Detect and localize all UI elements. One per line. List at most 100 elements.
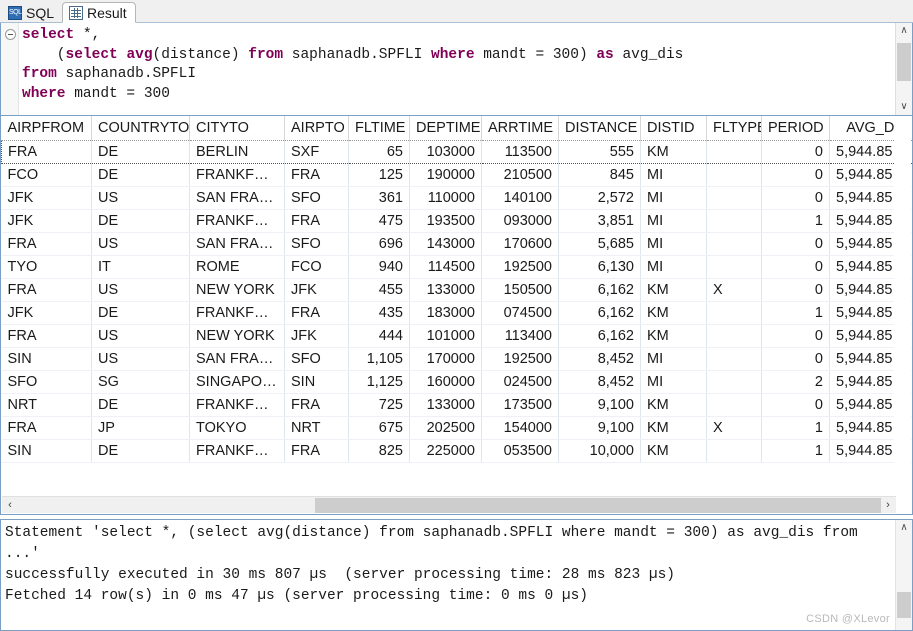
- grid-horizontal-scrollbar[interactable]: ‹ ›: [2, 496, 896, 513]
- cell-distance[interactable]: 6,162: [558, 301, 641, 325]
- cell-fltype[interactable]: [706, 370, 762, 394]
- cell-airpfrom[interactable]: FRA: [1, 278, 92, 302]
- cell-distid[interactable]: MI: [640, 232, 707, 256]
- table-row[interactable]: TYO IT ROME FCO 940 114500 192500 6,130 MI 0 5,944…: [1, 255, 912, 279]
- cell-airpto[interactable]: SXF: [284, 139, 349, 164]
- cell-deptime[interactable]: 110000: [409, 186, 482, 210]
- cell-fltime[interactable]: 940: [348, 255, 410, 279]
- cell-airpto[interactable]: FCO: [284, 255, 349, 279]
- cell-arrtime[interactable]: 024500: [481, 370, 559, 394]
- cell-distance[interactable]: 6,130: [558, 255, 641, 279]
- cell-airpfrom[interactable]: FRA: [1, 324, 92, 348]
- column-header-fltype[interactable]: FLTYPE: [706, 116, 762, 141]
- cell-countryto[interactable]: US: [91, 347, 190, 371]
- table-row[interactable]: NRT DE FRANKFURT FRA 725 133000 173500 9,100 KM 0…: [1, 393, 912, 417]
- cell-airpto[interactable]: SFO: [284, 232, 349, 256]
- cell-distid[interactable]: MI: [640, 209, 707, 233]
- cell-cityto[interactable]: NEW YORK: [189, 324, 285, 348]
- tab-result[interactable]: Result: [62, 2, 136, 23]
- cell-airpfrom[interactable]: FCO: [1, 163, 92, 187]
- cell-arrtime[interactable]: 192500: [481, 255, 559, 279]
- cell-distid[interactable]: MI: [640, 347, 707, 371]
- cell-fltime[interactable]: 435: [348, 301, 410, 325]
- cell-distid[interactable]: KM: [640, 139, 707, 164]
- cell-arrtime[interactable]: 140100: [481, 186, 559, 210]
- cell-distance[interactable]: 6,162: [558, 278, 641, 302]
- cell-distance[interactable]: 9,100: [558, 393, 641, 417]
- cell-arrtime[interactable]: 093000: [481, 209, 559, 233]
- cell-distid[interactable]: KM: [640, 324, 707, 348]
- cell-fltype[interactable]: [706, 439, 762, 463]
- cell-distance[interactable]: 9,100: [558, 416, 641, 440]
- cell-deptime[interactable]: 143000: [409, 232, 482, 256]
- cell-cityto[interactable]: SAN FRAN…: [189, 232, 285, 256]
- cell-airpfrom[interactable]: JFK: [1, 186, 92, 210]
- column-header-arrtime[interactable]: ARRTIME: [481, 116, 559, 141]
- cell-arrtime[interactable]: 150500: [481, 278, 559, 302]
- table-row[interactable]: SIN DE FRANKFURT FRA 825 225000 053500 10,000 KM…: [1, 439, 912, 463]
- cell-countryto[interactable]: JP: [91, 416, 190, 440]
- cell-period[interactable]: 0: [761, 347, 830, 371]
- cell-distance[interactable]: 5,685: [558, 232, 641, 256]
- cell-fltime[interactable]: 696: [348, 232, 410, 256]
- cell-arrtime[interactable]: 074500: [481, 301, 559, 325]
- scroll-up-icon[interactable]: ∧: [896, 23, 912, 39]
- cell-period[interactable]: 1: [761, 301, 830, 325]
- cell-fltime[interactable]: 65: [348, 139, 410, 164]
- cell-airpfrom[interactable]: SIN: [1, 439, 92, 463]
- cell-airpto[interactable]: JFK: [284, 278, 349, 302]
- cell-arrtime[interactable]: 053500: [481, 439, 559, 463]
- cell-period[interactable]: 0: [761, 232, 830, 256]
- cell-deptime[interactable]: 193500: [409, 209, 482, 233]
- cell-fltype[interactable]: [706, 232, 762, 256]
- table-row[interactable]: JFK US SAN FRAN… SFO 361 110000 140100 2,572 MI 0…: [1, 186, 912, 210]
- cell-distid[interactable]: MI: [640, 255, 707, 279]
- cell-fltype[interactable]: X: [706, 416, 762, 440]
- cell-cityto[interactable]: FRANKFURT: [189, 301, 285, 325]
- cell-airpto[interactable]: SFO: [284, 186, 349, 210]
- cell-distid[interactable]: KM: [640, 416, 707, 440]
- cell-fltime[interactable]: 725: [348, 393, 410, 417]
- cell-fltype[interactable]: [706, 255, 762, 279]
- cell-countryto[interactable]: IT: [91, 255, 190, 279]
- cell-countryto[interactable]: DE: [91, 139, 190, 164]
- cell-deptime[interactable]: 160000: [409, 370, 482, 394]
- cell-period[interactable]: 2: [761, 370, 830, 394]
- column-header-period[interactable]: PERIOD: [761, 116, 830, 141]
- cell-period[interactable]: 1: [761, 439, 830, 463]
- cell-arrtime[interactable]: 170600: [481, 232, 559, 256]
- cell-airpfrom[interactable]: TYO: [1, 255, 92, 279]
- cell-airpfrom[interactable]: NRT: [1, 393, 92, 417]
- scroll-down-icon[interactable]: ∨: [896, 99, 912, 115]
- cell-period[interactable]: 0: [761, 324, 830, 348]
- editor-vertical-scrollbar[interactable]: ∧ ∨: [895, 23, 912, 115]
- cell-fltime[interactable]: 455: [348, 278, 410, 302]
- cell-airpfrom[interactable]: SFO: [1, 370, 92, 394]
- cell-distid[interactable]: KM: [640, 301, 707, 325]
- cell-fltime[interactable]: 361: [348, 186, 410, 210]
- cell-arrtime[interactable]: 210500: [481, 163, 559, 187]
- cell-countryto[interactable]: DE: [91, 393, 190, 417]
- column-header-airpfrom[interactable]: AIRPFROM: [1, 116, 92, 141]
- cell-fltime[interactable]: 1,125: [348, 370, 410, 394]
- cell-distid[interactable]: MI: [640, 163, 707, 187]
- editor-scroll-thumb[interactable]: [897, 43, 911, 81]
- cell-period[interactable]: 1: [761, 416, 830, 440]
- cell-period[interactable]: 0: [761, 186, 830, 210]
- cell-cityto[interactable]: FRANKFURT: [189, 393, 285, 417]
- table-row[interactable]: SIN US SAN FRAN… SFO 1,105 170000 192500 8,452 M…: [1, 347, 912, 371]
- cell-distid[interactable]: KM: [640, 278, 707, 302]
- cell-cityto[interactable]: ROME: [189, 255, 285, 279]
- sql-editor[interactable]: select *, (select avg(distance) from sap…: [0, 23, 913, 116]
- cell-fltype[interactable]: [706, 347, 762, 371]
- table-row[interactable]: JFK DE FRANKFURT FRA 475 193500 093000 3,851 MI 1…: [1, 209, 912, 233]
- cell-airpto[interactable]: FRA: [284, 301, 349, 325]
- column-header-airpto[interactable]: AIRPTO: [284, 116, 349, 141]
- column-header-distid[interactable]: DISTID: [640, 116, 707, 141]
- cell-countryto[interactable]: US: [91, 278, 190, 302]
- cell-cityto[interactable]: NEW YORK: [189, 278, 285, 302]
- cell-countryto[interactable]: US: [91, 232, 190, 256]
- table-row[interactable]: SFO SG SINGAPORE SIN 1,125 160000 024500 8,452 M…: [1, 370, 912, 394]
- cell-period[interactable]: 0: [761, 255, 830, 279]
- cell-airpto[interactable]: FRA: [284, 209, 349, 233]
